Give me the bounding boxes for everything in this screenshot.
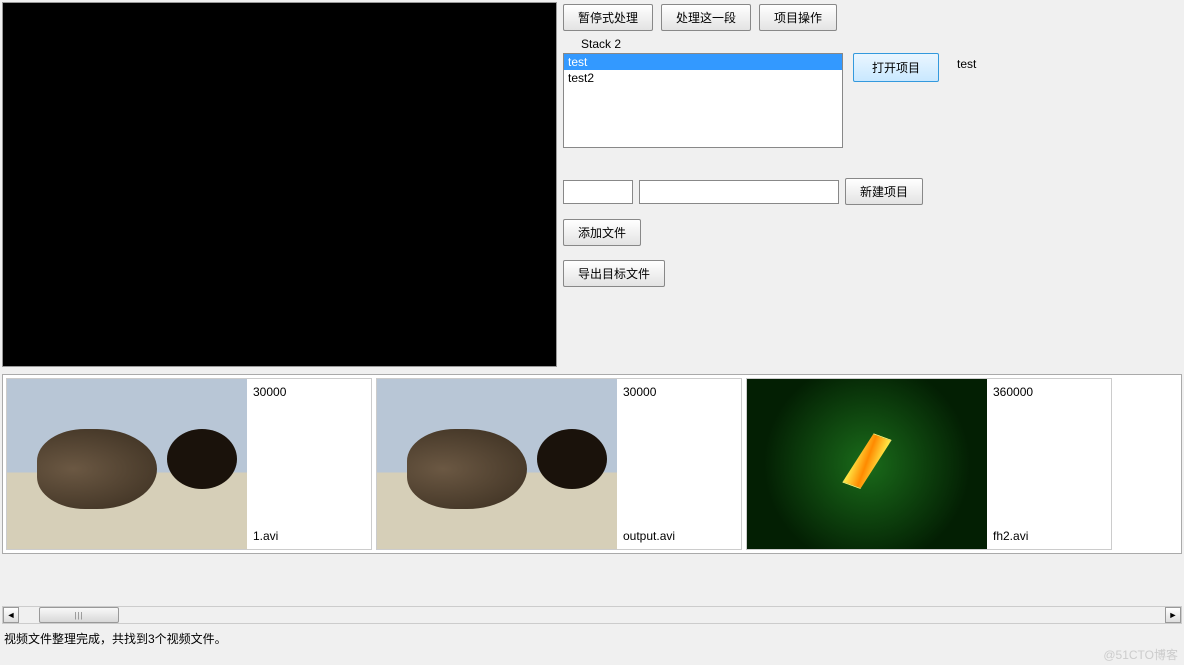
thumbnail-item[interactable]: 360000 fh2.avi (746, 378, 1112, 550)
thumbnail-image (747, 379, 987, 549)
thumbnail-strip: 30000 1.avi 30000 output.avi 360000 fh2.avi (2, 374, 1182, 554)
new-project-button[interactable]: 新建项目 (845, 178, 923, 205)
thumbnail-duration: 30000 (253, 385, 365, 399)
thumbnail-duration: 30000 (623, 385, 735, 399)
thumbnail-filename: 1.avi (253, 529, 278, 543)
list-item[interactable]: test (564, 54, 842, 70)
process-segment-button[interactable]: 处理这一段 (661, 4, 751, 31)
thumbnail-duration: 360000 (993, 385, 1105, 399)
thumbnail-filename: fh2.avi (993, 529, 1028, 543)
thumbnail-info: 30000 1.avi (247, 379, 371, 549)
current-project-name: test (957, 53, 976, 71)
new-project-input-1[interactable] (563, 180, 633, 204)
video-preview (2, 2, 557, 367)
thumbnail-info: 360000 fh2.avi (987, 379, 1111, 549)
status-bar: 视频文件整理完成，共找到3个视频文件。 (0, 626, 1184, 651)
watermark: @51CTO博客 (1103, 646, 1178, 663)
thumbnail-item[interactable]: 30000 1.avi (6, 378, 372, 550)
thumbnail-filename: output.avi (623, 529, 675, 543)
scroll-right-arrow-icon[interactable]: ► (1165, 607, 1181, 623)
project-list[interactable]: testtest2 (563, 53, 843, 148)
list-item[interactable]: test2 (564, 70, 842, 86)
horizontal-scrollbar[interactable]: ◄ ||| ► (2, 606, 1182, 624)
stack-label: Stack 2 (581, 37, 1180, 51)
scroll-left-arrow-icon[interactable]: ◄ (3, 607, 19, 623)
pause-processing-button[interactable]: 暂停式处理 (563, 4, 653, 31)
open-project-button[interactable]: 打开项目 (853, 53, 939, 82)
scroll-track[interactable]: ||| (19, 607, 1165, 623)
add-file-button[interactable]: 添加文件 (563, 219, 641, 246)
thumbnail-image (7, 379, 247, 549)
project-ops-button[interactable]: 项目操作 (759, 4, 837, 31)
export-target-button[interactable]: 导出目标文件 (563, 260, 665, 287)
thumbnail-item[interactable]: 30000 output.avi (376, 378, 742, 550)
new-project-input-2[interactable] (639, 180, 839, 204)
scroll-thumb[interactable]: ||| (39, 607, 119, 623)
thumbnail-image (377, 379, 617, 549)
thumbnail-info: 30000 output.avi (617, 379, 741, 549)
control-panel: 暂停式处理 处理这一段 项目操作 Stack 2 testtest2 打开项目 … (559, 0, 1184, 370)
